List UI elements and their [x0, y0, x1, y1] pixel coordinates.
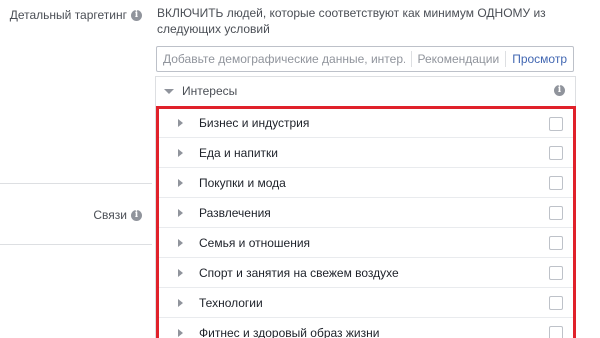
list-item-label: Бизнес и индустрия — [199, 116, 310, 130]
include-instruction: ВКЛЮЧИТЬ людей, которые соответствуют ка… — [157, 6, 546, 36]
list-item[interactable]: Развлечения — [159, 198, 573, 228]
detailed-targeting-label: Детальный таргетинг i — [10, 8, 142, 22]
caret-right-icon — [178, 148, 183, 157]
checkbox[interactable] — [549, 146, 563, 160]
detailed-targeting-text: Детальный таргетинг — [9, 8, 127, 22]
list-item-label: Спорт и занятия на свежем воздухе — [199, 265, 399, 280]
list-item-label: Еда и напитки — [199, 145, 279, 160]
caret-down-icon — [164, 88, 174, 94]
list-item[interactable]: Спорт и занятия на свежем воздухе — [159, 258, 573, 288]
caret-right-icon — [178, 298, 183, 307]
checkbox[interactable] — [549, 266, 563, 280]
checkbox[interactable] — [549, 296, 563, 310]
checkbox[interactable] — [549, 117, 563, 131]
interests-category-header[interactable]: Интересы i — [156, 77, 575, 105]
checkbox[interactable] — [549, 236, 563, 250]
list-item-label: Технологии — [199, 295, 263, 310]
connections-text: Связи — [93, 208, 127, 222]
list-item-label: Покупки и мода — [199, 175, 286, 190]
checkbox[interactable] — [549, 326, 563, 338]
list-item[interactable]: Семья и отношения — [159, 228, 573, 258]
list-item[interactable]: Технологии — [159, 288, 573, 318]
connections-label: Связи i — [93, 208, 142, 222]
targeting-search-box: Рекомендации Просмотр — [156, 46, 574, 72]
interests-header-label: Интересы — [182, 84, 238, 98]
section-divider — [0, 183, 152, 184]
caret-right-icon — [178, 328, 183, 337]
list-item-label: Фитнес и здоровый образ жизни — [199, 325, 380, 338]
interests-list-highlight: Бизнес и индустрия Еда и напитки Покупки… — [156, 106, 576, 338]
caret-right-icon — [178, 268, 183, 277]
targeting-search-input[interactable] — [157, 48, 411, 70]
list-item[interactable]: Еда и напитки — [159, 138, 573, 168]
caret-right-icon — [178, 208, 183, 217]
browse-link[interactable]: Просмотр — [506, 52, 573, 66]
checkbox[interactable] — [549, 176, 563, 190]
info-icon[interactable]: i — [131, 209, 142, 221]
info-icon[interactable]: i — [554, 85, 565, 96]
caret-right-icon — [178, 238, 183, 247]
list-item-label: Семья и отношения — [199, 235, 311, 250]
checkbox[interactable] — [549, 206, 563, 220]
list-item[interactable]: Фитнес и здоровый образ жизни — [159, 318, 573, 338]
list-item-label: Развлечения — [199, 205, 271, 220]
caret-right-icon — [178, 119, 183, 127]
list-item[interactable]: Покупки и мода — [159, 168, 573, 198]
section-divider — [0, 244, 152, 245]
list-item[interactable]: Бизнес и индустрия — [159, 109, 573, 138]
caret-right-icon — [178, 178, 183, 187]
recommendations-link[interactable]: Рекомендации — [411, 52, 505, 66]
info-icon[interactable]: i — [131, 9, 142, 21]
